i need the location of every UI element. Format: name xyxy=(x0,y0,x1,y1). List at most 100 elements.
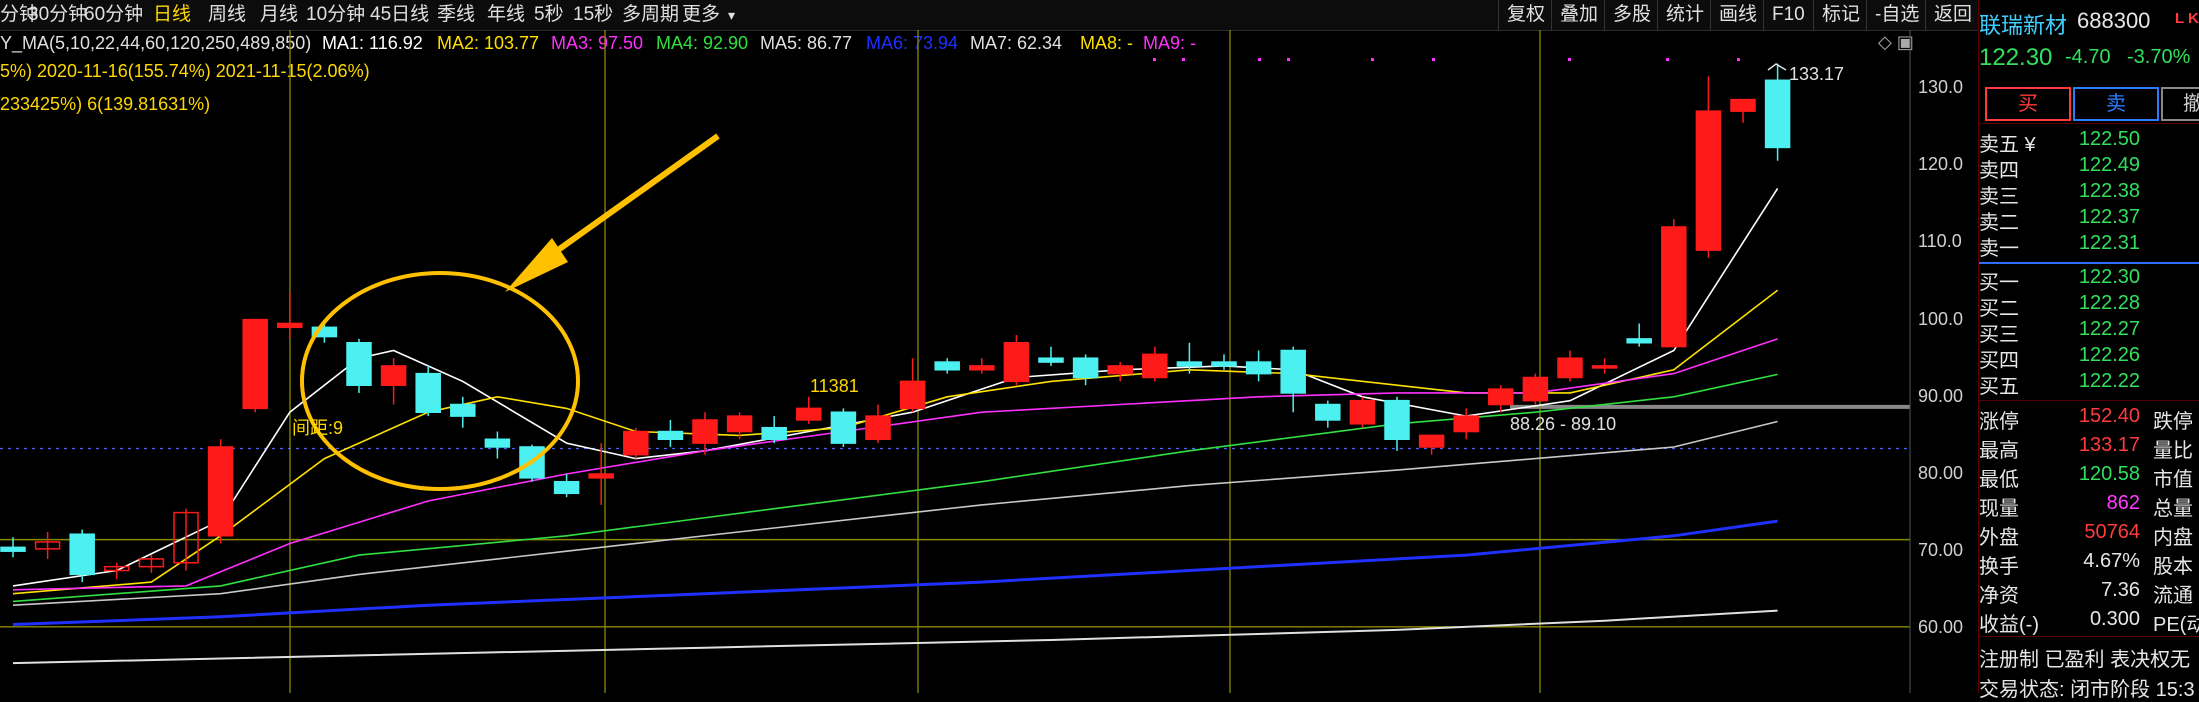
row-label: 最低 xyxy=(1979,469,2019,491)
candle-up xyxy=(623,430,649,456)
candle-up xyxy=(380,365,407,386)
period-tab[interactable]: 月线 xyxy=(260,0,298,30)
period-tab[interactable]: 周线 xyxy=(208,0,246,30)
period-tab[interactable]: 60分钟 xyxy=(84,0,143,30)
row-value: 120.58 xyxy=(2078,463,2140,485)
row-label: 换手 xyxy=(1979,556,2019,578)
period-tab[interactable]: 季线 xyxy=(437,0,475,30)
candle-down xyxy=(450,403,476,417)
candle-down xyxy=(1176,361,1203,367)
candle-up xyxy=(1730,98,1756,112)
stock-tag: L K xyxy=(2175,10,2199,27)
period-tab[interactable]: 日线 xyxy=(153,0,191,30)
row-value: 122.22 xyxy=(2078,370,2140,392)
stock-price: 122.30 xyxy=(1979,44,2053,71)
ask-row: 卖一 122.31 xyxy=(1979,232,2199,260)
divider xyxy=(1979,636,2199,637)
candle-up xyxy=(277,322,303,329)
stat-row: 净资 7.36 流通 xyxy=(1979,579,2199,607)
candle-down xyxy=(830,411,857,444)
row-extra-label: 量比 xyxy=(2153,440,2193,462)
toolbar-button[interactable]: 多股 xyxy=(1604,0,1659,30)
signal-marker xyxy=(1568,58,1571,61)
row-value: 122.50 xyxy=(2078,128,2140,150)
period-tab[interactable]: 多周期 xyxy=(622,0,679,30)
stat-row: 换手 4.67% 股本 xyxy=(1979,550,2199,578)
row-value: 122.49 xyxy=(2078,154,2140,176)
ma-line-ma1 xyxy=(12,187,1779,587)
period-tab[interactable]: 15秒 xyxy=(573,0,613,30)
signal-marker xyxy=(1371,58,1374,61)
row-value: 122.31 xyxy=(2078,232,2140,254)
candle-up xyxy=(1453,415,1479,433)
y-axis-label: 70.00 xyxy=(1918,540,1964,561)
candle-down xyxy=(1764,79,1791,149)
row-extra-label: 市值 xyxy=(2153,469,2193,491)
row-label: 买一 xyxy=(1979,272,2019,294)
candle-down xyxy=(1626,338,1652,344)
candle-up xyxy=(899,380,926,410)
candle-up xyxy=(1591,365,1618,369)
toolbar-button[interactable]: F10 xyxy=(1763,0,1813,30)
row-value: 862 xyxy=(2106,492,2140,514)
candle-down xyxy=(1072,357,1099,379)
toolbar-button[interactable]: 返回 xyxy=(1925,0,1980,30)
candle-up xyxy=(242,318,268,410)
period-tab[interactable]: 45日线 xyxy=(370,0,429,30)
candle-up xyxy=(865,415,891,441)
row-label: 最高 xyxy=(1979,440,2019,462)
row-label: 卖三 xyxy=(1979,186,2019,208)
period-tab[interactable]: 5秒 xyxy=(534,0,564,30)
toolbar-button[interactable]: 复权 xyxy=(1498,0,1553,30)
period-tab[interactable]: 30分钟 xyxy=(28,0,87,30)
signal-marker xyxy=(1258,58,1261,61)
sell-button[interactable]: 卖 xyxy=(2073,87,2159,121)
distance-label: 间距:9 xyxy=(292,418,343,438)
y-axis-label: 60.00 xyxy=(1918,617,1964,638)
candle-down xyxy=(1315,403,1341,421)
row-extra-label: PE(动 xyxy=(2153,614,2199,636)
period-tab[interactable]: 10分钟 xyxy=(306,0,365,30)
candle-up xyxy=(1557,357,1583,379)
ask-row: 卖四 122.49 xyxy=(1979,154,2199,182)
row-extra-label: 流通 xyxy=(2153,585,2193,607)
candle-down xyxy=(934,361,960,371)
row-extra-label: 股本 xyxy=(2153,556,2193,578)
row-label: 买三 xyxy=(1979,324,2019,346)
row-label: 卖二 xyxy=(1979,212,2019,234)
toolbar-button[interactable]: 画线 xyxy=(1710,0,1765,30)
toolbar-button[interactable]: 标记 xyxy=(1813,0,1868,30)
candle-down xyxy=(484,438,511,448)
trading-status: 交易状态: 闭市阶段 15:3 xyxy=(1979,679,2195,701)
candle-up xyxy=(1695,110,1722,251)
period-tab[interactable]: 年线 xyxy=(487,0,525,30)
buy-button[interactable]: 买 xyxy=(1985,87,2071,121)
toolbar-button[interactable]: 叠加 xyxy=(1551,0,1606,30)
divider xyxy=(1979,400,2199,401)
candle-up xyxy=(588,473,614,479)
candle-down xyxy=(0,546,26,552)
candle-up xyxy=(1003,342,1030,383)
kline-chart[interactable]: 133.17 11381 88.26 - 89.10 间距:9 xyxy=(0,30,1978,693)
toolbar-button[interactable]: 统计 xyxy=(1657,0,1712,30)
candle-up xyxy=(1661,226,1687,348)
cancel-order-button[interactable]: 撤 xyxy=(2161,87,2199,121)
candle-up xyxy=(1349,399,1376,425)
bid-row: 买二 122.28 xyxy=(1979,292,2199,320)
candle-down xyxy=(1038,357,1064,363)
quote-panel: 联瑞新材 688300 L K 122.30 -4.70 -3.70% 买 卖 … xyxy=(1978,0,2199,701)
candle-up xyxy=(726,415,753,433)
bid-row: 买一 122.30 xyxy=(1979,266,2199,294)
y-axis-label: 90.00 xyxy=(1918,385,1964,406)
period-tab[interactable]: 更多 xyxy=(682,0,720,30)
toolbar-button[interactable]: -自选 xyxy=(1866,0,1927,30)
range-label: 88.26 - 89.10 xyxy=(1510,414,1616,434)
stock-name: 联瑞新材 xyxy=(1979,13,2068,38)
candle-up xyxy=(692,419,718,444)
stat-row: 外盘 50764 内盘 xyxy=(1979,521,2199,549)
candle-up xyxy=(1488,388,1514,406)
row-label: 买五 xyxy=(1979,376,2019,398)
row-label: 买四 xyxy=(1979,350,2019,372)
more-dropdown-icon[interactable]: ▾ xyxy=(728,0,735,30)
ask-row: 卖三 122.38 xyxy=(1979,180,2199,208)
